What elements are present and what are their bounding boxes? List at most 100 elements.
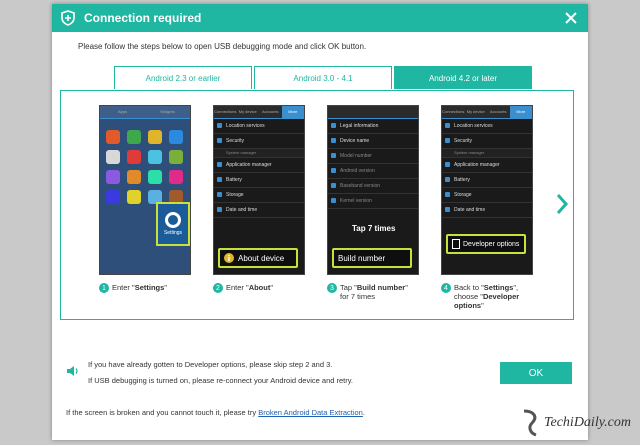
step-4-caption: 4 Back to "Settings", choose "Developer …	[441, 283, 531, 310]
step-number: 1	[99, 283, 109, 293]
step-3: Legal information Device name Model numb…	[327, 105, 419, 301]
step-text-bold: Build number	[356, 283, 406, 292]
step-text: Enter "Settings"	[112, 283, 167, 293]
title-bar: Connection required	[52, 4, 588, 32]
tab-android-2-3[interactable]: Android 2.3 or earlier	[114, 66, 252, 89]
about-device-callout: About device	[218, 248, 298, 268]
step-4: Connections My device Accounts More Loca…	[441, 105, 533, 310]
phone-tab: My device	[238, 109, 257, 114]
close-icon[interactable]	[562, 9, 580, 27]
gear-icon	[165, 212, 181, 228]
step-text-bold: Settings	[134, 283, 165, 292]
app-icon	[106, 150, 120, 164]
app-icons-grid	[106, 130, 184, 204]
step-text-pre: Back to "	[454, 283, 484, 292]
about-row: Legal information	[328, 119, 418, 134]
menu-row: Security	[214, 134, 304, 149]
phone-top-bar	[328, 106, 418, 119]
app-icon	[169, 130, 183, 144]
build-number-callout: Build number	[332, 248, 412, 268]
step-number: 4	[441, 283, 451, 293]
step-text: Enter "About"	[226, 283, 273, 293]
step-2-caption: 2 Enter "About"	[213, 283, 303, 293]
menu-row: Battery	[214, 173, 304, 188]
watermark: TechiDaily.com	[520, 406, 636, 440]
callout-label: About device	[238, 253, 285, 263]
phone-top-tabs: Connections My device Accounts More	[442, 106, 532, 119]
footer-text: If the screen is broken and you cannot t…	[66, 408, 365, 417]
step-text-post: "	[270, 283, 274, 292]
menu-row: Date and time	[214, 203, 304, 218]
step-number: 2	[213, 283, 223, 293]
menu-row: Security	[442, 134, 532, 149]
phone-screenshot-about: Legal information Device name Model numb…	[327, 105, 419, 275]
note-reconnect: If USB debugging is turned on, please re…	[88, 376, 354, 385]
app-icon	[106, 190, 120, 204]
phone-tab: My device	[466, 109, 485, 114]
menu-row: Battery	[442, 173, 532, 188]
chevron-right-icon[interactable]	[555, 193, 569, 215]
app-icon	[106, 130, 120, 144]
shield-plus-icon	[61, 10, 75, 26]
step-text-pre: Enter "	[112, 283, 135, 292]
menu-row: Application manager	[214, 158, 304, 173]
broken-android-extraction-link[interactable]: Broken Android Data Extraction	[258, 408, 363, 417]
steps-panel: Apps Widgets Settings 1 Enter "Settings"…	[60, 90, 574, 320]
note-skip-steps: If you have already gotten to Developer …	[88, 360, 333, 369]
watermark-logo-icon	[523, 409, 537, 437]
phone-screenshot-settings: Connections My device Accounts More Loca…	[213, 105, 305, 275]
footer-prefix: If the screen is broken and you cannot t…	[66, 408, 259, 417]
step-2: Connections My device Accounts More Loca…	[213, 105, 305, 293]
connection-dialog: Connection required Please follow the st…	[52, 4, 588, 440]
step-text-pre: Tap "	[340, 283, 357, 292]
app-icon	[106, 170, 120, 184]
about-row: Android version	[328, 164, 418, 179]
dialog-title: Connection required	[84, 11, 202, 25]
about-row: Kernel version	[328, 194, 418, 209]
about-row: Device name	[328, 134, 418, 149]
step-1: Apps Widgets Settings 1 Enter "Settings"	[99, 105, 191, 293]
phone-tab-apps: Apps	[117, 109, 128, 114]
menu-row: Storage	[214, 188, 304, 203]
info-icon	[224, 253, 234, 263]
phone-tab: Accounts	[490, 109, 507, 114]
phone-tab: Accounts	[262, 109, 279, 114]
callout-label: Developer options	[463, 240, 520, 248]
app-icon	[148, 130, 162, 144]
menu-row: Application manager	[442, 158, 532, 173]
step-text-post: "	[481, 301, 484, 310]
phone-tab: More	[509, 106, 532, 118]
footer-suffix: .	[362, 408, 365, 417]
app-icon	[148, 170, 162, 184]
step-text-pre: Enter "	[226, 283, 249, 292]
android-version-tabs: Android 2.3 or earlier Android 3.0 - 4.1…	[114, 66, 534, 90]
menu-row: Location services	[214, 119, 304, 134]
about-row: Model number	[328, 149, 418, 164]
braces-icon	[452, 239, 460, 249]
step-text-bold: Settings	[483, 283, 514, 292]
step-1-caption: 1 Enter "Settings"	[99, 283, 189, 293]
phone-tab-widgets: Widgets	[160, 109, 175, 114]
phone-tab: More	[281, 106, 304, 118]
tab-android-3-0[interactable]: Android 3.0 - 4.1	[254, 66, 392, 89]
app-icon	[148, 150, 162, 164]
step-text-post: "	[164, 283, 167, 292]
callout-label: Build number	[338, 253, 386, 263]
watermark-text: TechiDaily.com	[544, 415, 631, 430]
app-icon	[127, 170, 141, 184]
app-icon	[127, 190, 141, 204]
tap-7-times-label: Tap 7 times	[352, 224, 396, 233]
about-row: Baseband version	[328, 179, 418, 194]
phone-screenshot-home: Apps Widgets Settings	[99, 105, 191, 275]
menu-row: Location services	[442, 119, 532, 134]
phone-tab: Connections	[214, 109, 237, 114]
ok-button[interactable]: OK	[500, 362, 572, 384]
app-icon	[169, 150, 183, 164]
settings-app-highlight: Settings	[156, 202, 190, 246]
developer-options-callout: Developer options	[446, 234, 526, 254]
phone-tab: Connections	[442, 109, 465, 114]
step-text: Tap "Build number" for 7 times	[340, 283, 417, 301]
tab-android-4-2[interactable]: Android 4.2 or later	[394, 66, 532, 89]
intro-text: Please follow the steps below to open US…	[78, 42, 367, 51]
phone-screenshot-settings-dev: Connections My device Accounts More Loca…	[441, 105, 533, 275]
